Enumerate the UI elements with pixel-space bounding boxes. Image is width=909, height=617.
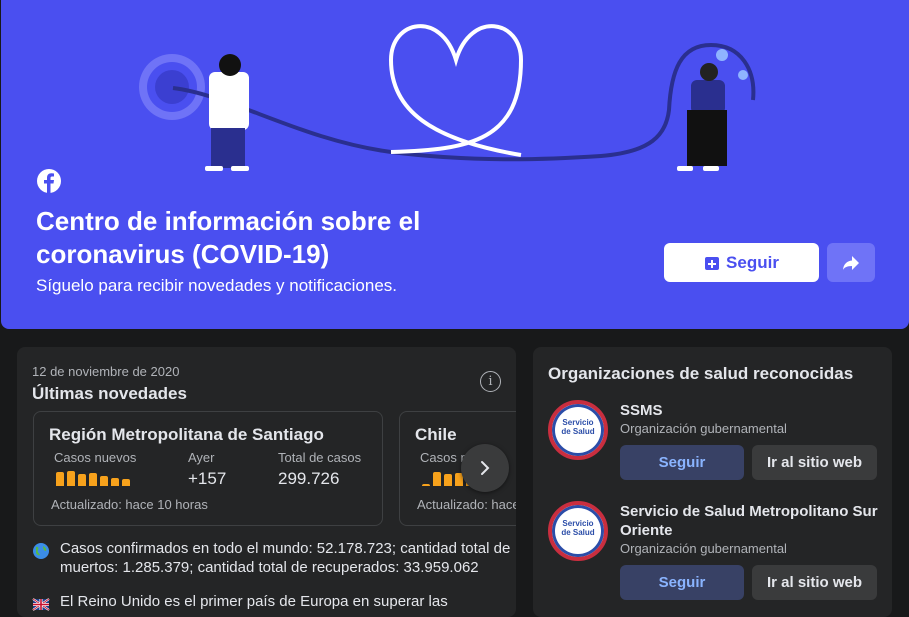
- total-cases-value: 299.726: [278, 469, 340, 488]
- hero-banner: Centro de información sobre el coronavir…: [1, 0, 909, 329]
- org-follow-button[interactable]: Seguir: [620, 445, 744, 480]
- region-card[interactable]: Región Metropolitana de Santiago Casos n…: [33, 411, 383, 526]
- orgs-title: Organizaciones de salud reconocidas: [548, 364, 854, 383]
- updates-date: 12 de noviembre de 2020: [32, 364, 180, 379]
- org-type: Organización gubernamental: [620, 541, 787, 556]
- hero-illustration: [139, 24, 756, 171]
- share-button[interactable]: [827, 243, 875, 282]
- trend-bar: [433, 472, 441, 486]
- news-text: El Reino Unido es el primer país de Euro…: [60, 593, 448, 610]
- page-title: Centro de información sobre el coronavir…: [36, 206, 421, 269]
- carousel-next-button[interactable]: [461, 444, 509, 492]
- news-item[interactable]: Casos confirmados en todo el mundo: 52.1…: [32, 539, 512, 577]
- region-name: Chile: [415, 425, 457, 444]
- yesterday-label: Ayer: [188, 450, 215, 465]
- trend-bar: [111, 478, 119, 486]
- share-arrow-icon: [843, 255, 859, 270]
- region-updated: Actualizado: hace 10 horas: [51, 497, 208, 512]
- news-item[interactable]: El Reino Unido es el primer país de Euro…: [32, 592, 512, 613]
- facebook-logo-icon: [37, 169, 61, 193]
- follow-page-label: Seguir: [726, 252, 779, 272]
- region-name: Región Metropolitana de Santiago: [49, 425, 324, 444]
- trend-bar: [78, 474, 86, 486]
- follow-plus-icon: [705, 256, 720, 270]
- follow-page-button[interactable]: Seguir: [664, 243, 819, 282]
- new-cases-label: Casos nuevos: [54, 450, 137, 465]
- trend-bar: [89, 473, 97, 486]
- yesterday-value: +157: [188, 469, 227, 488]
- trend-bar: [56, 472, 64, 486]
- page-subtitle: Síguelo para recibir novedades y notific…: [36, 276, 397, 295]
- org-logo[interactable]: Servicio de Salud: [548, 400, 608, 460]
- trend-bar: [444, 474, 452, 486]
- total-cases-label: Total de casos: [278, 450, 362, 465]
- trend-bar: [100, 476, 108, 486]
- info-icon[interactable]: i: [480, 371, 501, 392]
- org-name[interactable]: Servicio de Salud Metropolitano Sur Orie…: [620, 502, 880, 540]
- flag-icon: [32, 598, 50, 611]
- org-name[interactable]: SSMS: [620, 401, 880, 420]
- org-website-button[interactable]: Ir al sitio web: [752, 445, 877, 480]
- globe-icon: [33, 543, 49, 559]
- org-follow-button[interactable]: Seguir: [620, 565, 744, 600]
- new-cases-trend: [56, 471, 130, 486]
- trend-bar: [67, 471, 75, 486]
- chevron-right-icon: [481, 461, 490, 475]
- org-logo[interactable]: Servicio de Salud: [548, 501, 608, 561]
- health-orgs-card: Organizaciones de salud reconocidas Serv…: [533, 347, 892, 617]
- org-type: Organización gubernamental: [620, 421, 787, 436]
- trend-bar: [422, 484, 430, 486]
- region-updated: Actualizado: hace: [417, 497, 516, 512]
- news-text: Casos confirmados en todo el mundo: 52.1…: [60, 540, 511, 576]
- updates-title: Últimas novedades: [32, 384, 187, 403]
- org-website-button[interactable]: Ir al sitio web: [752, 565, 877, 600]
- latest-updates-card: 12 de noviembre de 2020 Últimas novedade…: [17, 347, 516, 617]
- trend-bar: [122, 479, 130, 486]
